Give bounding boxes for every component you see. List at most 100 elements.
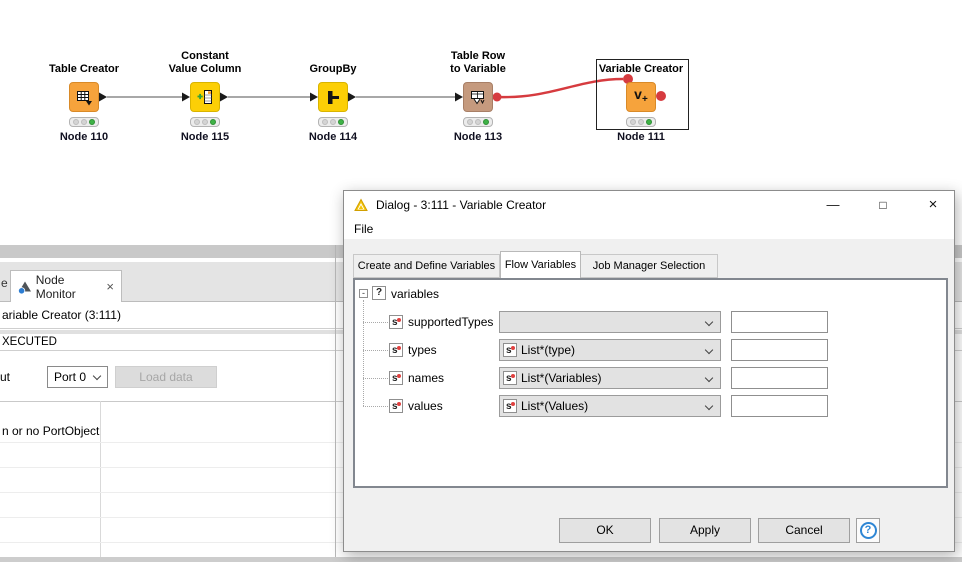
names-field[interactable]	[731, 367, 828, 389]
node-status	[190, 117, 220, 127]
status-led	[330, 119, 336, 125]
close-button[interactable]: ×	[922, 191, 944, 219]
node-table-row-to-variable[interactable]	[463, 82, 493, 112]
maximize-button[interactable]: □	[872, 191, 894, 219]
tree-connector	[363, 300, 364, 406]
types-combo[interactable]: s List*(type)	[499, 339, 721, 361]
help-button[interactable]: ?	[856, 518, 880, 543]
knime-warning-triangle-icon	[354, 198, 368, 211]
output-port-icon[interactable]	[99, 92, 107, 102]
combo-value: List*(type)	[521, 343, 576, 357]
knime-node-monitor-icon	[18, 281, 31, 294]
node-title: Table Creator	[48, 63, 120, 75]
tree-connector	[363, 350, 388, 351]
status-led	[638, 119, 644, 125]
groupby-icon	[328, 91, 339, 104]
variable-creator-icon: v+	[634, 86, 648, 105]
row-label: supportedTypes	[408, 315, 494, 329]
row-label: values	[408, 399, 443, 413]
node-title: Table Row to Variable	[450, 50, 506, 75]
tab-node-monitor[interactable]: Node Monitor ×	[10, 270, 122, 302]
names-combo[interactable]: s List*(Variables)	[499, 367, 721, 389]
load-data-button[interactable]: Load data	[115, 366, 217, 388]
values-field[interactable]	[731, 395, 828, 417]
output-port-icon[interactable]	[220, 92, 228, 102]
dialog-title: Dialog - 3:111 - Variable Creator	[376, 198, 547, 212]
tree-collapse-icon[interactable]: -	[359, 289, 368, 298]
tree-connector	[363, 378, 388, 379]
types-field[interactable]	[731, 339, 828, 361]
input-port-icon[interactable]	[310, 92, 318, 102]
node-table-creator[interactable]	[69, 82, 99, 112]
chevron-down-icon	[92, 371, 102, 381]
node-constant-value-column[interactable]	[190, 82, 220, 112]
status-led-green	[210, 119, 216, 125]
node-variable-creator[interactable]: v+	[626, 82, 656, 112]
node-id-label: Node 111	[617, 131, 665, 143]
menu-file[interactable]: File	[354, 219, 373, 239]
string-flow-variable-icon: s	[389, 343, 403, 357]
node-status	[318, 117, 348, 127]
dialog-titlebar[interactable]: Dialog - 3:111 - Variable Creator — □ × …	[344, 191, 954, 239]
unknown-type-icon: ?	[372, 286, 386, 300]
string-flow-variable-icon: s	[389, 399, 403, 413]
tree-connector	[363, 406, 388, 407]
port-select[interactable]: Port 0	[47, 366, 108, 388]
tab-label: Node Monitor	[35, 272, 76, 301]
variable-creator-dialog: Dialog - 3:111 - Variable Creator — □ × …	[343, 190, 955, 552]
status-led	[202, 119, 208, 125]
flow-variables-panel: - ? variables s supportedTypes s types s…	[353, 278, 948, 488]
string-flow-variable-icon: s	[389, 371, 403, 385]
node-status	[626, 117, 656, 127]
output-label: ut	[0, 370, 11, 384]
flow-variable-output-port-icon[interactable]	[492, 92, 502, 102]
cancel-button[interactable]: Cancel	[758, 518, 850, 543]
node-status	[69, 117, 99, 127]
string-flow-variable-icon: s	[389, 315, 403, 329]
status-led-green	[483, 119, 489, 125]
monitored-node-label: ariable Creator (3:111)	[2, 308, 121, 322]
status-led	[73, 119, 79, 125]
status-led	[81, 119, 87, 125]
status-led	[194, 119, 200, 125]
help-icon: ?	[859, 522, 877, 539]
values-combo[interactable]: s List*(Values)	[499, 395, 721, 417]
row-label: names	[408, 371, 445, 385]
dialog-tab-bar: Create and Define Variables Flow Variabl…	[353, 251, 718, 278]
chevron-down-icon	[704, 317, 714, 327]
string-flow-variable-icon: s	[503, 371, 517, 385]
status-led	[467, 119, 473, 125]
chevron-down-icon	[704, 401, 714, 411]
input-port-icon[interactable]	[455, 92, 463, 102]
apply-button[interactable]: Apply	[659, 518, 751, 543]
port-select-value: Port 0	[54, 370, 87, 384]
tree-root-variables[interactable]: variables	[391, 287, 439, 301]
node-title: Variable Creator	[598, 63, 684, 75]
close-icon[interactable]: ×	[106, 279, 114, 294]
node-id-label: Node 110	[59, 131, 109, 143]
tree-connector	[363, 322, 388, 323]
tab-job-manager-selection[interactable]: Job Manager Selection	[581, 254, 718, 278]
combo-value: List*(Values)	[521, 399, 589, 413]
tab-flow-variables[interactable]: Flow Variables	[500, 251, 581, 278]
node-id-label: Node 115	[180, 131, 230, 143]
input-port-icon[interactable]	[182, 92, 190, 102]
table-row-to-variable-icon	[471, 91, 485, 105]
partial-tab[interactable]: e	[1, 276, 8, 290]
ok-button[interactable]: OK	[559, 518, 651, 543]
output-port-icon[interactable]	[348, 92, 356, 102]
knime-window: Table Creator Constant Value Column Group…	[0, 0, 962, 562]
supported-types-combo[interactable]	[499, 311, 721, 333]
supported-types-field[interactable]	[731, 311, 828, 333]
chevron-down-icon	[704, 345, 714, 355]
chevron-down-icon	[704, 373, 714, 383]
string-flow-variable-icon: s	[503, 343, 517, 357]
tab-create-and-define-variables[interactable]: Create and Define Variables	[353, 254, 500, 278]
panel-bottom-bar[interactable]	[0, 557, 962, 562]
status-led-green	[646, 119, 652, 125]
combo-value: List*(Variables)	[521, 371, 602, 385]
status-led-green	[89, 119, 95, 125]
port-object-message: n or no PortObject	[2, 424, 100, 438]
minimize-button[interactable]: —	[822, 191, 844, 219]
node-groupby[interactable]	[318, 82, 348, 112]
